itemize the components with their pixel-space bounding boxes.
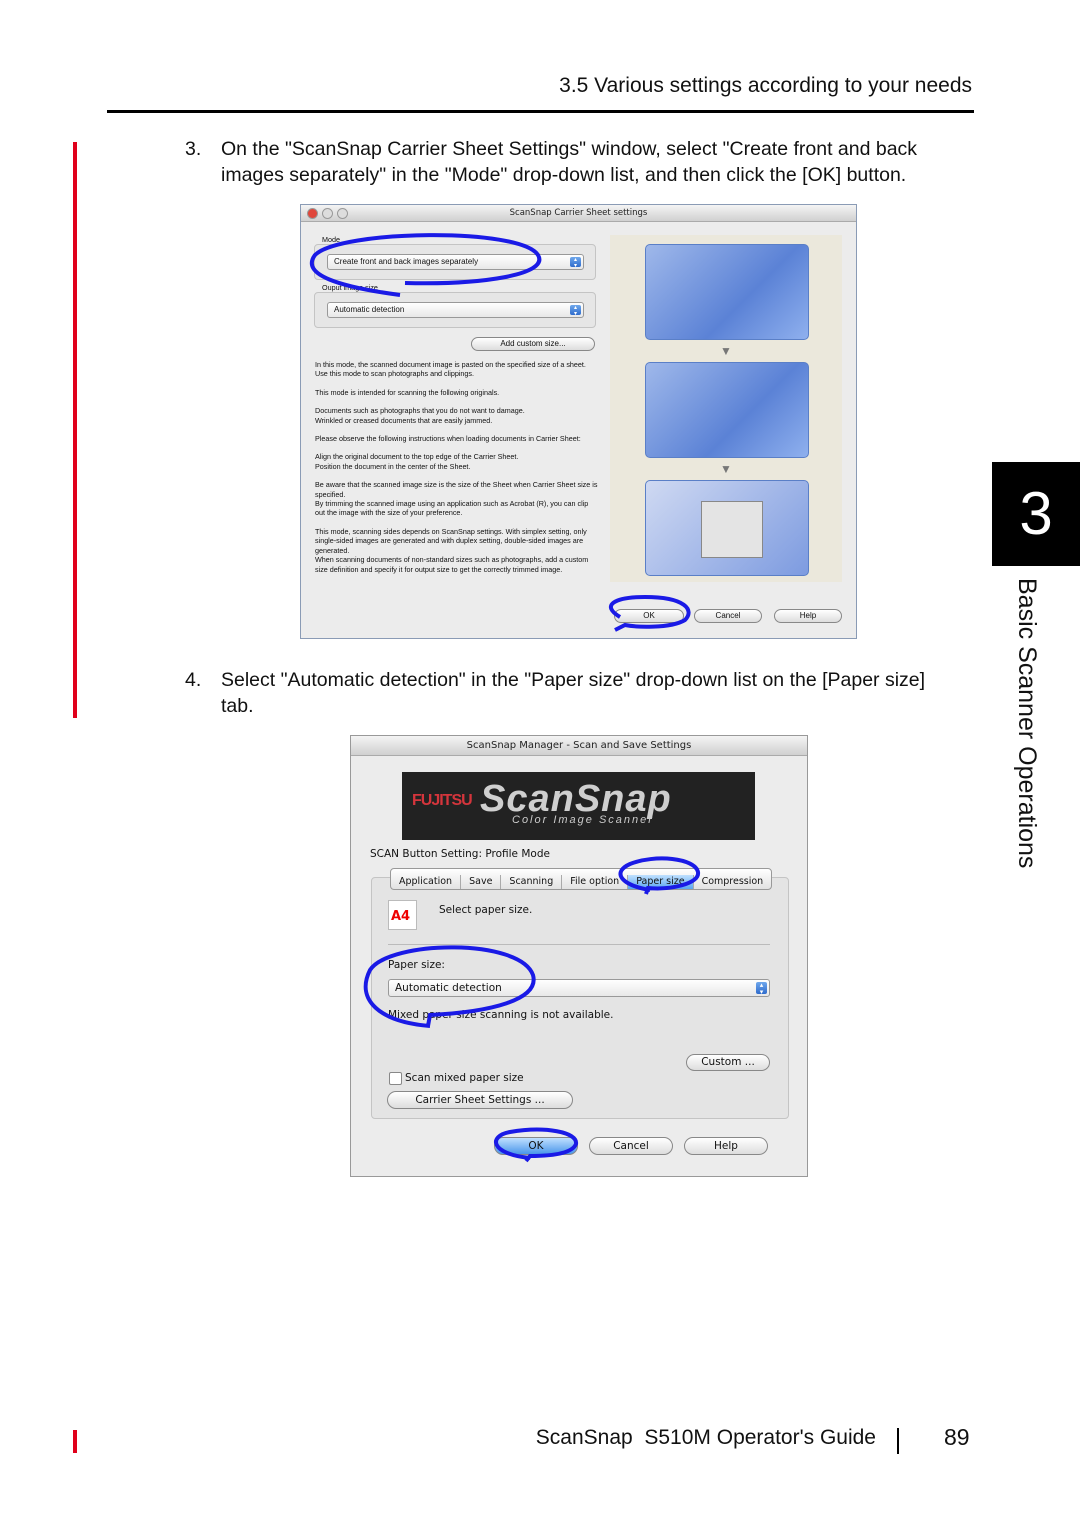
output-label: Ouput image size [322, 283, 378, 292]
description-paragraph: Align the original document to the top e… [315, 452, 519, 471]
logo-tagline: Color Image Scanner [512, 814, 654, 826]
change-bar [73, 1430, 77, 1453]
step-3-number: 3. [185, 138, 202, 160]
tab-save[interactable]: Save [461, 875, 502, 889]
updown-arrow-icon: ▴ ▾ [756, 982, 767, 996]
change-bar [73, 142, 77, 718]
close-icon[interactable] [307, 208, 318, 219]
header-rule [107, 110, 974, 113]
mode-value: Create front and back images separately [334, 257, 479, 266]
tab-file-option[interactable]: File option [562, 875, 629, 889]
chapter-title: Basic Scanner Operations [1013, 578, 1041, 869]
add-custom-size-button[interactable]: Add custom size... [471, 337, 595, 351]
footer-guide-title: ScanSnap S510M Operator's Guide [535, 1426, 876, 1449]
custom-button[interactable]: Custom ... [686, 1054, 770, 1071]
output-size-dropdown[interactable]: Automatic detection ▴ ▾ [327, 302, 584, 318]
divider [388, 944, 770, 945]
description-paragraph: Documents such as photographs that you d… [315, 406, 525, 425]
instruction-text: Select paper size. [439, 904, 533, 916]
mixed-size-note: Mixed paper size scanning is not availab… [388, 1009, 614, 1021]
carrier-sheet-settings-button[interactable]: Carrier Sheet Settings ... [387, 1091, 573, 1109]
description-paragraph: Be aware that the scanned image size is … [315, 480, 598, 518]
mode-description: In this mode, the scanned document image… [315, 360, 600, 574]
tab-paper-size[interactable]: Paper size [628, 875, 694, 889]
tab-compression[interactable]: Compression [694, 875, 772, 889]
dialog-title: ScanSnap Manager - Scan and Save Setting… [351, 736, 807, 756]
zoom-icon[interactable] [337, 208, 348, 219]
step-4-text: Select "Automatic detection" in the "Pap… [221, 669, 926, 717]
description-paragraph: This mode, scanning sides depends on Sca… [315, 526, 589, 574]
paper-size-label: Paper size: [388, 959, 445, 971]
tab-application[interactable]: Application [391, 875, 462, 889]
manual-page: 3.5 Various settings according to your n… [0, 0, 1080, 1528]
mode-label: Mode [322, 235, 340, 244]
ok-button[interactable]: OK [614, 609, 684, 623]
paper-size-value: Automatic detection [395, 982, 502, 994]
updown-arrow-icon: ▴ ▾ [570, 257, 581, 269]
output-value: Automatic detection [334, 305, 405, 314]
dialog-title: ScanSnap Carrier Sheet settings [301, 205, 856, 222]
mode-line: SCAN Button Setting: Profile Mode [370, 848, 550, 860]
ok-button[interactable]: OK [494, 1137, 578, 1155]
scanner-feed-illustration [645, 480, 809, 576]
page-number: 89 [944, 1424, 970, 1450]
step-4-number: 4. [185, 669, 202, 691]
scan-mixed-label: Scan mixed paper size [405, 1072, 524, 1084]
description-paragraph: This mode is intended for scanning the f… [315, 387, 500, 397]
cancel-button[interactable]: Cancel [694, 609, 762, 623]
fujitsu-logo: FUJITSU [412, 792, 473, 809]
tab-bar: Application Save Scanning File option Paper … [390, 868, 773, 890]
down-arrow-icon: ▼ [720, 462, 732, 476]
a4-paper-icon: A4 [388, 900, 417, 930]
description-paragraph: In this mode, the scanned document image… [315, 360, 586, 379]
updown-arrow-icon: ▴ ▾ [570, 305, 581, 317]
step-3-text: On the "ScanSnap Carrier Sheet Settings"… [221, 138, 918, 186]
cancel-button[interactable]: Cancel [589, 1137, 673, 1155]
tab-scanning[interactable]: Scanning [501, 875, 563, 889]
scansnap-logo-banner: FUJITSU ScanSnap Color Image Scanner [402, 772, 755, 840]
minimize-icon[interactable] [322, 208, 333, 219]
a4-icon-label: A4 [391, 909, 411, 924]
description-paragraph: Please observe the following instruction… [315, 434, 581, 444]
footer-separator [897, 1428, 899, 1454]
carrier-sheet-open-illustration [645, 244, 809, 340]
scanner-shape [701, 501, 763, 558]
paper-size-dropdown[interactable]: Automatic detection ▴ ▾ [388, 979, 770, 997]
insert-document-illustration [645, 362, 809, 458]
help-button[interactable]: Help [684, 1137, 768, 1155]
down-arrow-icon: ▼ [720, 344, 732, 358]
chapter-tab: 3 [992, 462, 1080, 566]
mode-dropdown[interactable]: Create front and back images separately ▴… [327, 254, 584, 270]
section-header: 3.5 Various settings according to your n… [559, 74, 972, 97]
help-button[interactable]: Help [774, 609, 842, 623]
scan-mixed-checkbox[interactable] [389, 1072, 402, 1085]
